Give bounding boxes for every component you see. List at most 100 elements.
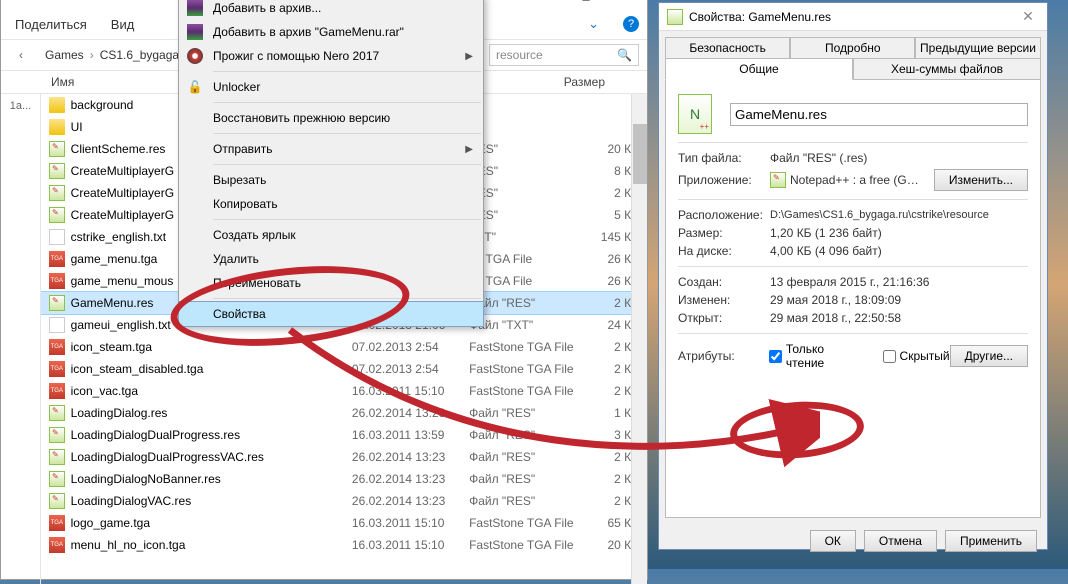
- nav-back-icon[interactable]: ‹: [1, 48, 41, 62]
- tga-icon: TGA: [49, 383, 65, 399]
- label-size: Размер:: [678, 226, 770, 240]
- dialog-icon: [667, 9, 683, 25]
- file-type: RES": [469, 208, 596, 222]
- file-row[interactable]: TGAmenu_hl_no_icon.tga16.03.2011 15:10Fa…: [41, 534, 647, 556]
- rar-icon: [187, 0, 203, 16]
- file-row[interactable]: TGAicon_steam.tga07.02.2013 2:54FastSton…: [41, 336, 647, 358]
- label-location: Расположение:: [678, 208, 770, 222]
- scrollbar[interactable]: [631, 94, 647, 584]
- ribbon-expand-icon[interactable]: ⌄: [588, 16, 599, 32]
- ctx-item[interactable]: 🔓Unlocker: [179, 75, 483, 99]
- column-size[interactable]: Размер: [561, 75, 621, 89]
- ctx-item[interactable]: Копировать: [179, 192, 483, 216]
- ctx-item[interactable]: Добавить в архив...: [179, 0, 483, 20]
- scrollbar-thumb[interactable]: [633, 124, 647, 184]
- file-name: icon_steam_disabled.tga: [71, 362, 352, 376]
- file-date: 16.03.2011 15:10: [352, 384, 469, 398]
- apply-button[interactable]: Применить: [945, 530, 1037, 552]
- file-type: Файл "RES": [469, 296, 596, 310]
- search-input[interactable]: resource 🔍: [489, 44, 639, 66]
- res-icon: [49, 295, 65, 311]
- ctx-item[interactable]: Создать ярлык: [179, 223, 483, 247]
- ctx-label: Переименовать: [213, 276, 301, 290]
- tab-general[interactable]: Общие: [665, 58, 853, 80]
- file-type: Файл "RES": [469, 472, 596, 486]
- toolbar-view[interactable]: Вид: [111, 17, 135, 32]
- file-row[interactable]: LoadingDialogDualProgress.res16.03.2011 …: [41, 424, 647, 446]
- label-modified: Изменен:: [678, 293, 770, 307]
- submenu-arrow-icon: ▶: [465, 144, 473, 155]
- ok-button[interactable]: ОК: [810, 530, 856, 552]
- file-name: LoadingDialog.res: [71, 406, 352, 420]
- file-type: Файл "RES": [469, 494, 596, 508]
- nero-icon: [187, 48, 203, 64]
- ctx-label: Unlocker: [213, 80, 260, 94]
- file-name: icon_steam.tga: [71, 340, 352, 354]
- file-type: RES": [469, 164, 596, 178]
- tab-previous-versions[interactable]: Предыдущие версии: [915, 37, 1040, 58]
- txt-icon: [49, 317, 65, 333]
- minimize-button[interactable]: —: [529, 0, 567, 7]
- ctx-item[interactable]: Свойства: [179, 302, 483, 326]
- dialog-close-button[interactable]: ✕: [1009, 8, 1047, 25]
- file-row[interactable]: LoadingDialog.res26.02.2014 13:23Файл "R…: [41, 402, 647, 424]
- filename-input[interactable]: [730, 103, 1028, 126]
- value-app: Notepad++ : a free (GNU) source c: [790, 173, 926, 187]
- file-row[interactable]: TGAicon_vac.tga16.03.2011 15:10FastStone…: [41, 380, 647, 402]
- change-app-button[interactable]: Изменить...: [934, 169, 1028, 191]
- file-row[interactable]: LoadingDialogVAC.res26.02.2014 13:23Файл…: [41, 490, 647, 512]
- ctx-item[interactable]: Вырезать: [179, 168, 483, 192]
- ctx-item[interactable]: Удалить: [179, 247, 483, 271]
- file-row[interactable]: TGAlogo_game.tga16.03.2011 15:10FastSton…: [41, 512, 647, 534]
- value-created: 13 февраля 2015 г., 21:16:36: [770, 275, 1028, 289]
- file-type: ne TGA File: [469, 274, 596, 288]
- label-attributes: Атрибуты:: [678, 349, 769, 363]
- ctx-item[interactable]: Отправить▶: [179, 137, 483, 161]
- label-app: Приложение:: [678, 173, 770, 187]
- file-type: RES": [469, 186, 596, 200]
- file-type: Файл "TXT": [469, 318, 596, 332]
- file-row[interactable]: LoadingDialogDualProgressVAC.res26.02.20…: [41, 446, 647, 468]
- ctx-label: Прожиг с помощью Nero 2017: [213, 49, 379, 63]
- nav-pane[interactable]: 1а...: [1, 94, 41, 584]
- file-date: 07.02.2013 2:54: [352, 362, 469, 376]
- tga-icon: TGA: [49, 339, 65, 355]
- res-icon: [49, 207, 65, 223]
- res-icon: [49, 163, 65, 179]
- res-icon: [49, 185, 65, 201]
- hidden-checkbox[interactable]: Скрытый: [883, 349, 950, 363]
- tab-hash[interactable]: Хеш-суммы файлов: [853, 58, 1041, 80]
- res-icon: [49, 449, 65, 465]
- ctx-separator: [213, 219, 481, 220]
- file-date: 26.02.2014 13:23: [352, 472, 469, 486]
- file-row[interactable]: LoadingDialogNoBanner.res26.02.2014 13:2…: [41, 468, 647, 490]
- res-icon: [49, 493, 65, 509]
- label-filetype: Тип файла:: [678, 151, 770, 165]
- other-attrs-button[interactable]: Другие...: [950, 345, 1028, 367]
- tga-icon: TGA: [49, 273, 65, 289]
- cancel-button[interactable]: Отмена: [864, 530, 937, 552]
- file-date: 16.03.2011 15:10: [352, 538, 469, 552]
- ctx-separator: [213, 298, 481, 299]
- maximize-button[interactable]: ▢: [567, 0, 605, 7]
- readonly-checkbox[interactable]: Только чтение: [769, 342, 865, 370]
- toolbar-share[interactable]: Поделиться: [15, 17, 87, 32]
- label-opened: Открыт:: [678, 311, 770, 325]
- file-date: 16.03.2011 13:59: [352, 428, 469, 442]
- value-disk: 4,00 КБ (4 096 байт): [770, 244, 1028, 258]
- tga-icon: TGA: [49, 251, 65, 267]
- ctx-item[interactable]: Добавить в архив "GameMenu.rar": [179, 20, 483, 44]
- ctx-item[interactable]: Прожиг с помощью Nero 2017▶: [179, 44, 483, 68]
- search-icon: 🔍: [617, 48, 632, 62]
- value-location: D:\Games\CS1.6_bygaga.ru\cstrike\resourc…: [770, 209, 1028, 221]
- ctx-label: Добавить в архив...: [213, 1, 321, 15]
- tab-details[interactable]: Подробно: [790, 37, 915, 58]
- tab-security[interactable]: Безопасность: [665, 37, 790, 58]
- ctx-item[interactable]: Переименовать: [179, 271, 483, 295]
- help-icon[interactable]: ?: [623, 16, 639, 32]
- close-button[interactable]: ✕: [605, 0, 643, 7]
- file-name: LoadingDialogDualProgress.res: [71, 428, 352, 442]
- ctx-item[interactable]: Восстановить прежнюю версию: [179, 106, 483, 130]
- file-name: LoadingDialogNoBanner.res: [71, 472, 352, 486]
- file-row[interactable]: TGAicon_steam_disabled.tga07.02.2013 2:5…: [41, 358, 647, 380]
